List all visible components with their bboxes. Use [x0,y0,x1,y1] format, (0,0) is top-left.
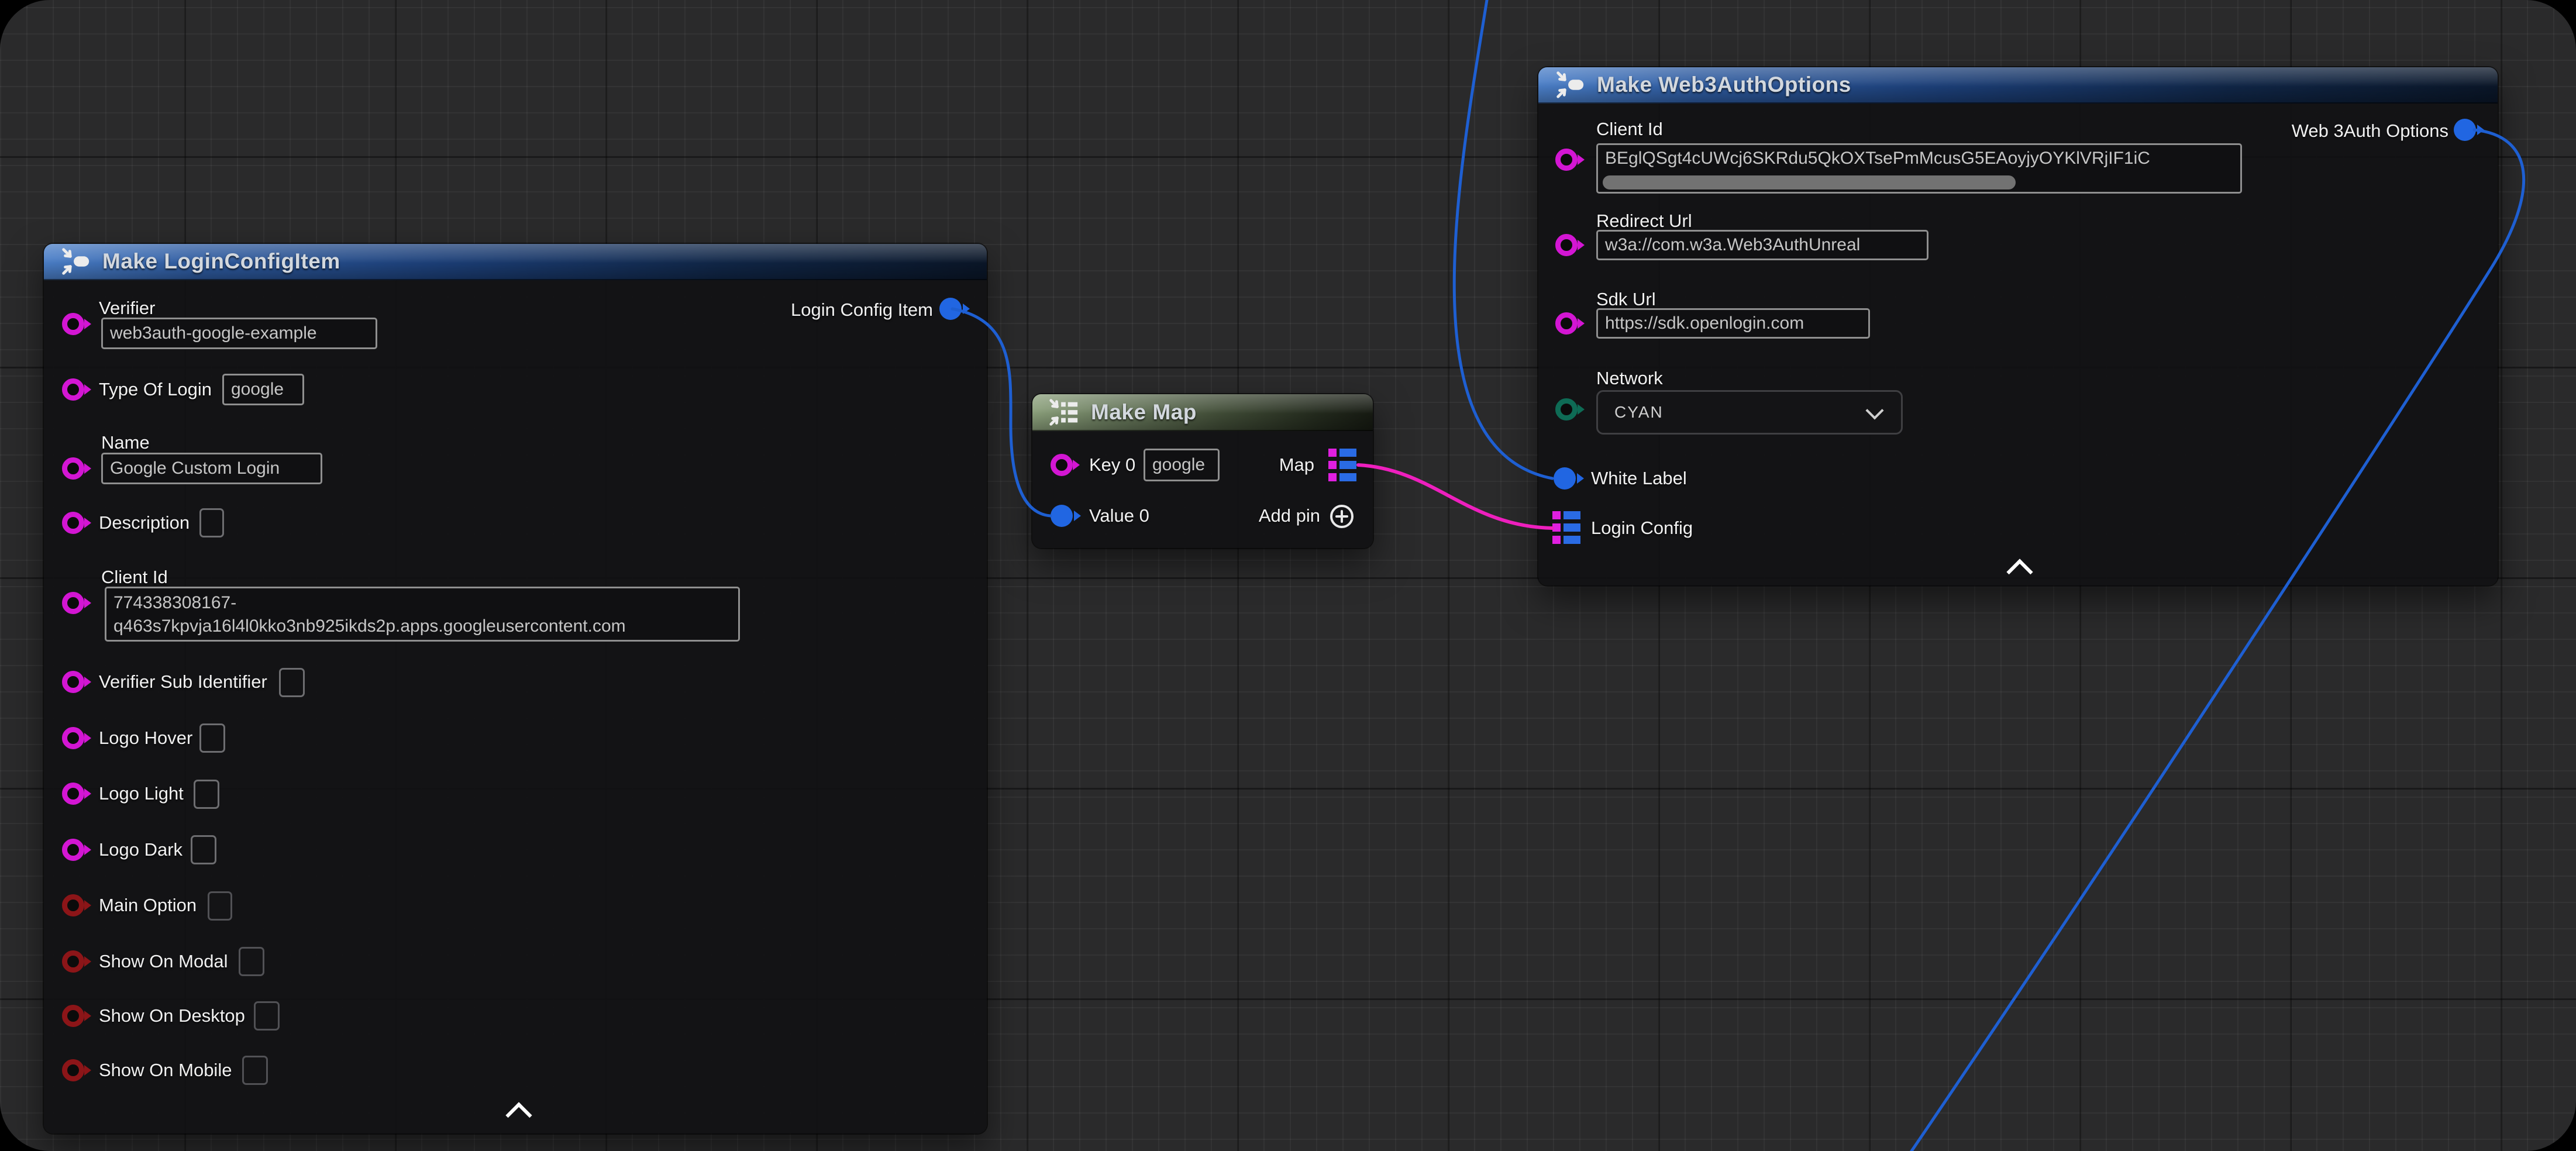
node-header-make-loginconfigitem[interactable]: Make LoginConfigItem [44,244,987,280]
description-pin[interactable] [62,512,84,534]
map-output-label: Map [1279,454,1314,475]
white-label-pin[interactable] [1554,467,1576,490]
make-struct-icon [1552,68,1586,102]
name-label: Name [101,432,150,453]
blueprint-editor: Make LoginConfigItem Verifier web3auth-g… [0,0,2576,1151]
key0-input[interactable]: google [1144,449,1220,481]
key0-label: Key 0 [1089,454,1135,475]
white-label-label: White Label [1591,468,1687,489]
type-of-login-pin[interactable] [62,378,84,401]
web3auth-options-output-label: Web 3Auth Options [2292,120,2448,142]
client-id-pin[interactable] [62,592,84,614]
verifier-sub-identifier-label: Verifier Sub Identifier [99,671,267,692]
node-header-make-map[interactable]: Make Map [1032,394,1373,431]
node-header-make-web3authoptions[interactable]: Make Web3AuthOptions [1538,67,2498,104]
logo-light-pin[interactable] [62,783,84,805]
node-title: Make LoginConfigItem [102,249,340,274]
login-config-item-output-pin[interactable] [939,298,962,320]
wire-offscreen-to-whitelabel[interactable] [1454,0,1552,478]
main-option-checkbox[interactable] [208,891,232,921]
client-id-input[interactable]: BEglQSgt4cUWcj6SKRdu5QkOXTsePmMcusG5EAoy… [1596,143,2242,194]
logo-dark-label: Logo Dark [99,839,182,860]
key0-pin[interactable] [1051,454,1073,476]
redirect-url-pin[interactable] [1555,234,1578,256]
verifier-sub-identifier-pin[interactable] [62,671,84,693]
client-id-line1: 774338308167- [113,593,236,612]
network-pin[interactable] [1555,398,1578,421]
logo-light-input[interactable] [194,780,219,809]
node-make-web3authoptions[interactable]: Make Web3AuthOptions Client Id BEglQSgt4… [1538,67,2498,585]
value0-pin[interactable] [1051,505,1073,527]
show-on-mobile-label: Show On Mobile [99,1060,232,1081]
node-make-loginconfigitem[interactable]: Make LoginConfigItem Verifier web3auth-g… [44,244,987,1133]
map-output-pin[interactable] [1328,448,1358,482]
network-selected-value: CYAN [1614,403,1664,422]
name-input[interactable]: Google Custom Login [101,453,322,484]
login-config-pin[interactable] [1552,511,1582,545]
type-of-login-label: Type Of Login [99,379,212,400]
show-on-modal-label: Show On Modal [99,951,228,972]
chevron-down-icon [1865,401,1883,419]
main-option-label: Main Option [99,895,197,916]
client-id-line2: q463s7kpvja16l4l0kko3nb925ikds2p.apps.go… [113,616,626,636]
redirect-url-input[interactable]: w3a://com.w3a.Web3AuthUnreal [1596,230,1928,260]
make-map-icon [1046,395,1080,429]
client-id-value: BEglQSgt4cUWcj6SKRdu5QkOXTsePmMcusG5EAoy… [1605,149,2150,168]
make-struct-icon [58,244,92,278]
logo-dark-input[interactable] [191,835,216,864]
network-label: Network [1596,368,1663,389]
logo-hover-input[interactable] [199,723,225,753]
network-dropdown[interactable]: CYAN [1596,390,1903,435]
wire-map-to-loginconfig[interactable] [1358,465,1552,528]
verifier-label: Verifier [99,298,155,319]
show-on-mobile-checkbox[interactable] [242,1056,268,1085]
logo-hover-pin[interactable] [62,727,84,749]
client-id-pin[interactable] [1555,149,1578,171]
show-on-modal-pin[interactable] [62,950,84,973]
verifier-input[interactable]: web3auth-google-example [101,318,377,349]
login-config-label: Login Config [1591,518,1693,539]
client-id-scrollbar[interactable] [1603,175,2016,189]
login-config-item-output-label: Login Config Item [791,299,933,321]
client-id-input[interactable]: 774338308167- q463s7kpvja16l4l0kko3nb925… [105,587,740,642]
client-id-label: Client Id [1596,119,1663,140]
verifier-pin[interactable] [62,313,84,335]
show-on-mobile-pin[interactable] [62,1059,84,1081]
show-on-modal-checkbox[interactable] [239,947,264,976]
show-on-desktop-checkbox[interactable] [254,1001,280,1031]
logo-light-label: Logo Light [99,783,184,804]
sdk-url-label: Sdk Url [1596,289,1656,310]
description-label: Description [99,512,190,533]
main-option-pin[interactable] [62,894,84,916]
collapse-node-button[interactable] [2006,559,2033,585]
collapse-node-button[interactable] [505,1102,532,1128]
verifier-sub-identifier-input[interactable] [279,668,305,697]
sdk-url-pin[interactable] [1555,312,1578,335]
value0-label: Value 0 [1089,505,1149,526]
graph-canvas[interactable]: Make LoginConfigItem Verifier web3auth-g… [0,0,2576,1151]
sdk-url-input[interactable]: https://sdk.openlogin.com [1596,308,1870,339]
web3auth-options-output-pin[interactable] [2454,119,2476,141]
node-make-map[interactable]: Make Map Key 0 google Map Value 0 Add pi… [1032,394,1373,548]
add-pin-label: Add pin [1259,505,1320,526]
add-pin-button[interactable] [1328,503,1355,530]
show-on-desktop-pin[interactable] [62,1005,84,1027]
description-input[interactable] [199,508,224,537]
client-id-label: Client Id [101,567,168,588]
show-on-desktop-label: Show On Desktop [99,1005,245,1026]
node-title: Make Web3AuthOptions [1597,73,1851,97]
type-of-login-input[interactable]: google [222,374,304,405]
logo-dark-pin[interactable] [62,839,84,861]
logo-hover-label: Logo Hover [99,728,192,749]
redirect-url-label: Redirect Url [1596,211,1692,232]
node-title: Make Map [1091,400,1197,425]
name-pin[interactable] [62,457,84,480]
